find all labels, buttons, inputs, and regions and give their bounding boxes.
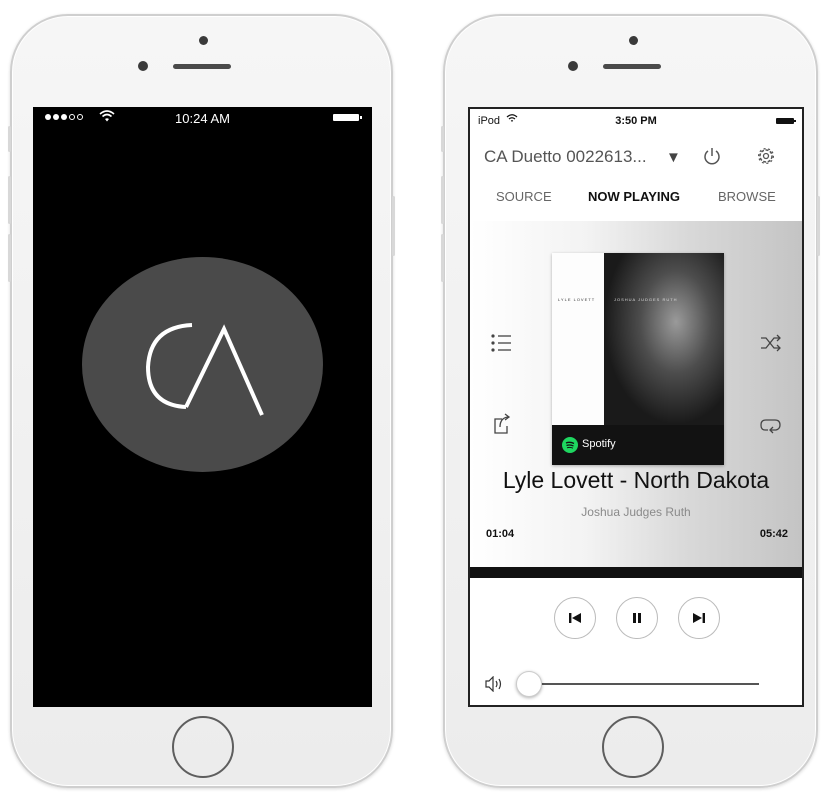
elapsed-time: 01:04 xyxy=(486,528,515,540)
power-side-button xyxy=(817,196,820,256)
home-button[interactable] xyxy=(602,716,664,778)
mute-switch xyxy=(8,126,11,152)
gear-icon[interactable] xyxy=(756,146,776,166)
right-screen: iPod 3:50 PM CA Duetto 0022613... ▼ SOUR… xyxy=(468,107,804,707)
right-phone: iPod 3:50 PM CA Duetto 0022613... ▼ SOUR… xyxy=(441,14,820,788)
skip-previous-button[interactable] xyxy=(554,597,596,639)
device-name[interactable]: CA Duetto 0022613... xyxy=(484,147,647,167)
volume-track[interactable] xyxy=(532,683,759,685)
spotify-icon xyxy=(562,437,578,453)
volume-up-button xyxy=(8,176,11,224)
device-header: CA Duetto 0022613... ▼ xyxy=(470,135,802,175)
progress-fill xyxy=(470,567,534,578)
power-side-button xyxy=(392,196,395,256)
tab-now-playing[interactable]: NOW PLAYING xyxy=(588,189,680,204)
ca-logo-icon xyxy=(145,323,264,416)
total-time: 05:42 xyxy=(759,528,788,540)
speaker-icon xyxy=(485,676,502,692)
dropdown-caret-icon[interactable]: ▼ xyxy=(666,149,681,166)
left-screen: 10:24 AM xyxy=(33,107,372,707)
front-camera xyxy=(629,36,638,45)
sensor-dot xyxy=(138,61,148,71)
skip-next-button[interactable] xyxy=(678,597,720,639)
mute-switch xyxy=(441,126,444,152)
queue-list-icon[interactable] xyxy=(490,333,512,353)
service-name: Spotify xyxy=(582,438,616,450)
progress-bar[interactable] xyxy=(470,567,802,578)
front-camera xyxy=(199,36,208,45)
pause-button[interactable] xyxy=(616,597,658,639)
battery-icon xyxy=(333,114,362,121)
status-bar: iPod 3:50 PM xyxy=(470,109,802,131)
tab-bar: SOURCE NOW PLAYING BROWSE xyxy=(470,181,802,211)
skip-previous-icon xyxy=(569,613,581,623)
track-title: Lyle Lovett - North Dakota xyxy=(502,467,770,493)
volume-down-button xyxy=(8,234,11,282)
left-phone: 10:24 AM xyxy=(8,14,395,788)
tab-browse[interactable]: BROWSE xyxy=(718,189,776,204)
sensor-dot xyxy=(568,61,578,71)
volume-up-button xyxy=(441,176,444,224)
battery-icon xyxy=(776,118,796,124)
album-art: LYLE LOVETT JOSHUA JUDGES RUTH Spotify xyxy=(552,253,724,465)
volume-slider-knob[interactable] xyxy=(516,671,542,697)
now-playing-panel: LYLE LOVETT JOSHUA JUDGES RUTH Spotify L… xyxy=(470,221,802,567)
album-cover-artist: LYLE LOVETT xyxy=(558,297,596,302)
album-title: Joshua Judges Ruth xyxy=(581,505,691,519)
home-button[interactable] xyxy=(172,716,234,778)
shuffle-icon[interactable] xyxy=(760,333,782,353)
status-time: 10:24 AM xyxy=(175,111,230,126)
earpiece-speaker xyxy=(173,64,231,69)
volume-down-button xyxy=(441,234,444,282)
power-icon[interactable] xyxy=(702,146,722,166)
share-icon[interactable] xyxy=(490,413,512,435)
earpiece-speaker xyxy=(603,64,661,69)
skip-next-icon xyxy=(693,613,705,623)
transport-controls xyxy=(470,597,802,647)
tab-source[interactable]: SOURCE xyxy=(496,189,552,204)
album-cover-title: JOSHUA JUDGES RUTH xyxy=(614,297,678,302)
app-logo xyxy=(82,257,323,472)
status-time: 3:50 PM xyxy=(615,115,657,127)
pause-icon xyxy=(633,613,641,623)
volume-control xyxy=(470,669,802,699)
status-bar: 10:24 AM xyxy=(33,107,372,129)
service-badge: Spotify xyxy=(552,425,724,465)
repeat-icon[interactable] xyxy=(760,415,782,435)
